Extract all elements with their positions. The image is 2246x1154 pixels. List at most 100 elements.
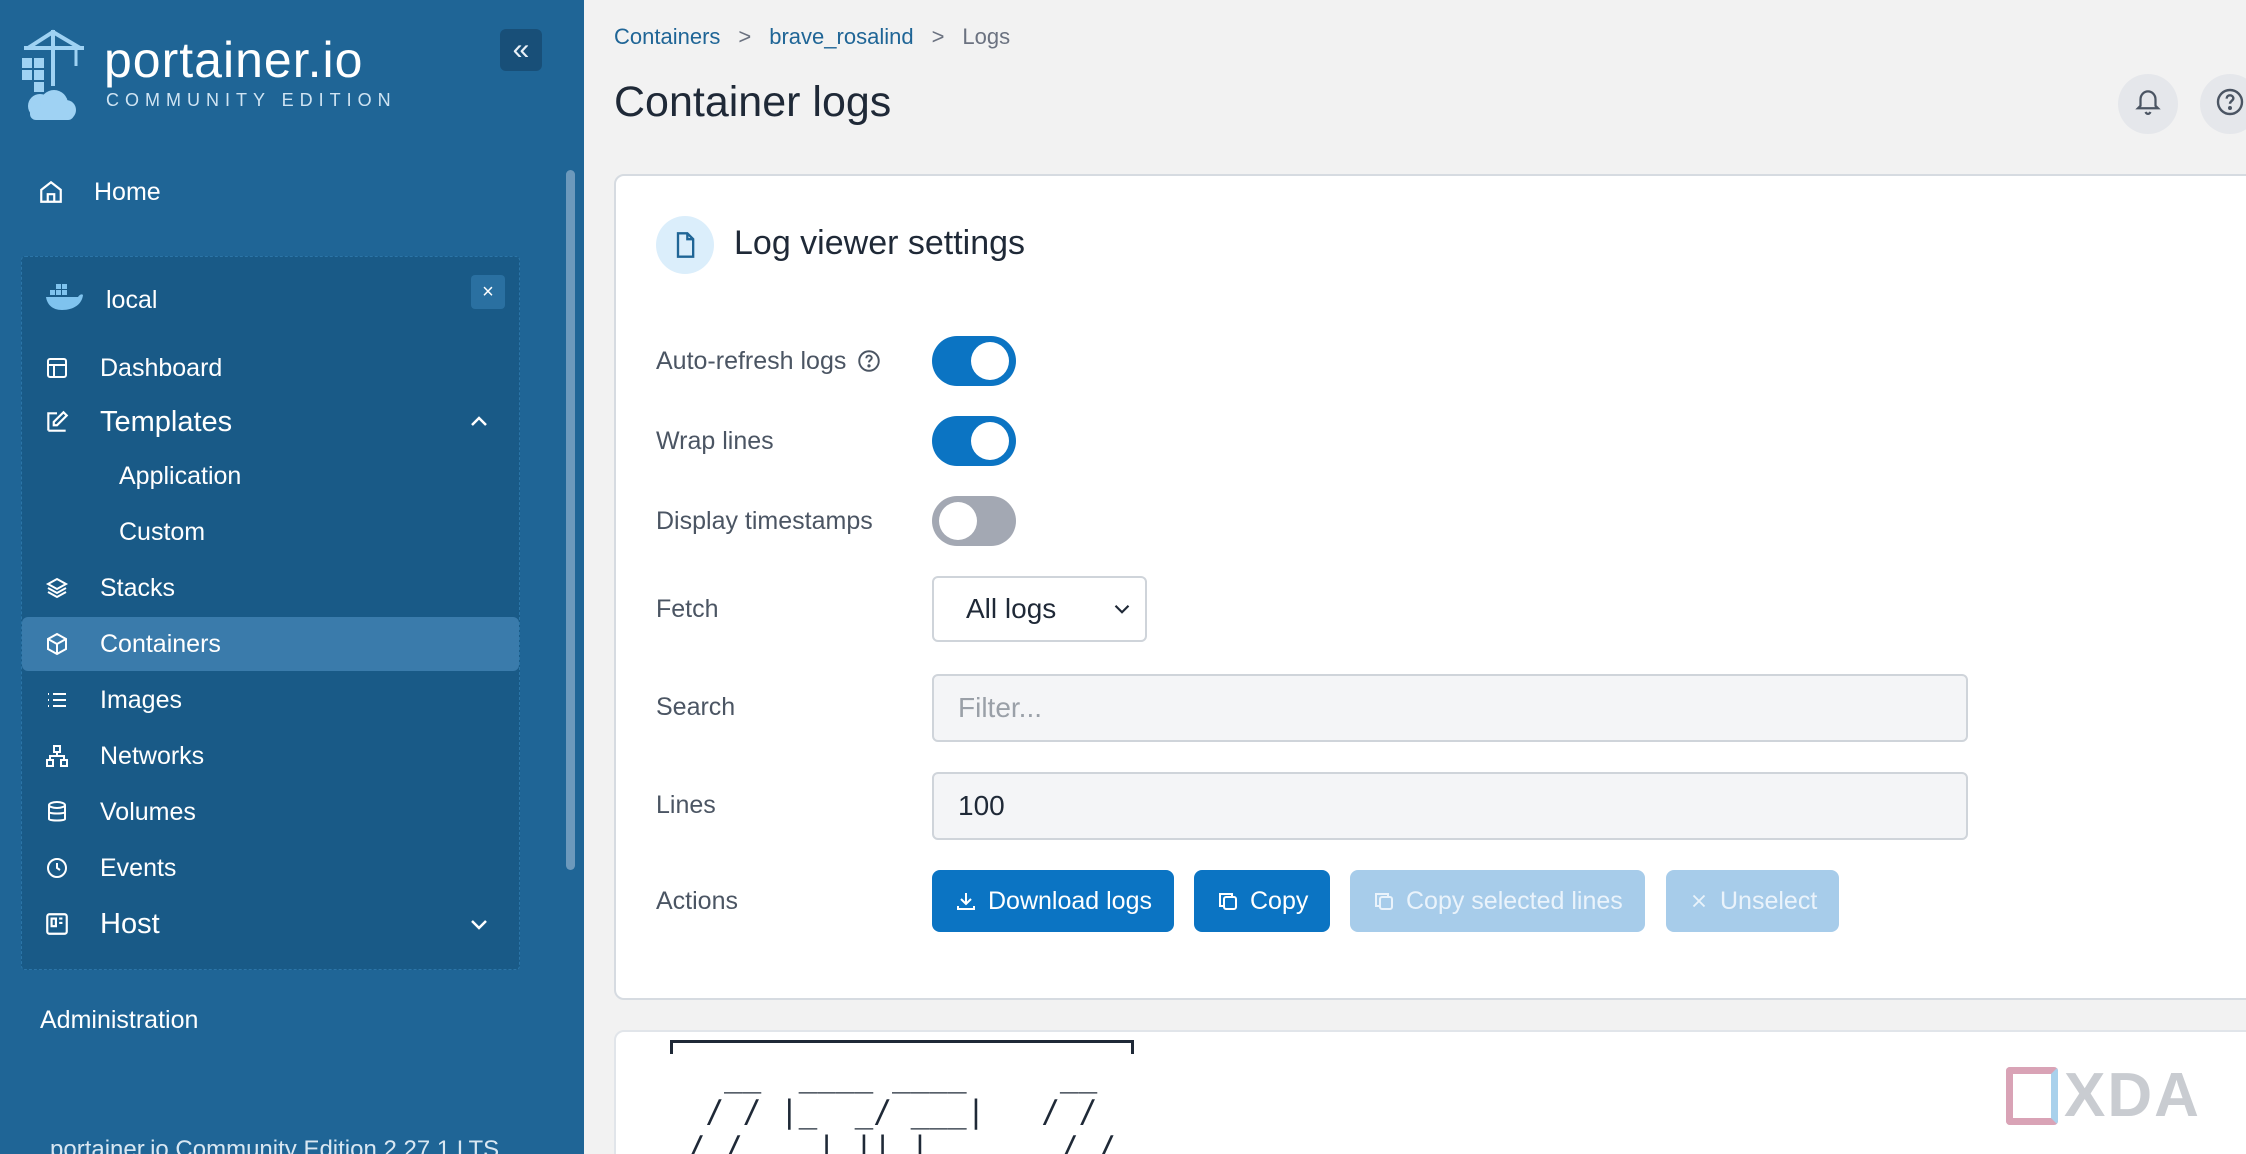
log-box-border (670, 1040, 1134, 1054)
sidebar-footer-text: portainer.io Community Edition 2.27.1 LT… (50, 1136, 500, 1154)
bell-icon (2133, 87, 2163, 122)
sidebar-item-label: Stacks (100, 573, 176, 602)
sidebar: portainer.io COMMUNITY EDITION « Home lo… (0, 0, 584, 1154)
actions-label: Actions (656, 886, 738, 915)
fetch-select-value: All logs (966, 593, 1057, 624)
wrap-lines-toggle[interactable] (932, 416, 1016, 466)
chevron-down-icon (1109, 596, 1135, 629)
breadcrumb-container-link[interactable]: brave_rosalind (769, 24, 913, 50)
sidebar-item-stacks[interactable]: Stacks (22, 561, 519, 615)
clock-icon (42, 856, 72, 880)
xda-watermark: XDA (2006, 1060, 2201, 1131)
copy-selected-lines-button[interactable]: Copy selected lines (1350, 870, 1645, 932)
log-output-card[interactable]: __ ____ ____ __ / / |_ _/ ___| / / / / |… (614, 1030, 2246, 1154)
portainer-logo-icon (18, 26, 88, 124)
fetch-label: Fetch (656, 594, 719, 623)
sidebar-footer: portainer.io Community Edition 2.27.1 LT… (50, 1136, 499, 1154)
search-input[interactable] (932, 674, 1968, 742)
sidebar-item-label: Images (100, 685, 182, 714)
close-icon: × (482, 280, 494, 303)
network-icon (42, 744, 72, 768)
download-logs-label: Download logs (988, 886, 1152, 915)
search-label: Search (656, 692, 736, 721)
unselect-button[interactable]: Unselect (1666, 870, 1840, 932)
display-timestamps-label: Display timestamps (656, 506, 873, 535)
chevron-up-icon[interactable] (467, 409, 491, 442)
copy-label: Copy (1250, 886, 1309, 915)
lines-label: Lines (656, 790, 716, 819)
sidebar-item-label: Dashboard (100, 353, 223, 382)
edit-icon (42, 409, 72, 435)
log-viewer-settings-card: Log viewer settings Auto-refresh logs Wr… (614, 174, 2246, 1000)
portainer-logo[interactable]: portainer.io COMMUNITY EDITION (18, 26, 397, 124)
breadcrumb: Containers > brave_rosalind > Logs (614, 24, 1010, 50)
sidebar-item-label: Volumes (100, 797, 196, 826)
database-icon (42, 800, 72, 824)
sidebar-item-custom[interactable]: Custom (22, 505, 519, 559)
file-icon (656, 216, 714, 274)
home-icon (38, 179, 68, 205)
environment-panel: local × Dashboard Templates Application … (21, 256, 520, 970)
sidebar-item-application[interactable]: Application (22, 449, 519, 503)
logo-main-text: portainer.io (104, 32, 364, 88)
copy-selected-lines-label: Copy selected lines (1406, 886, 1623, 915)
sidebar-item-dashboard[interactable]: Dashboard (22, 341, 519, 395)
notifications-button[interactable] (2118, 74, 2178, 134)
sidebar-item-host[interactable]: Host (22, 897, 519, 951)
logo-sub-text: COMMUNITY EDITION (106, 90, 397, 110)
host-icon (42, 911, 72, 937)
sidebar-item-label: Events (100, 853, 177, 882)
environment-header[interactable]: local (44, 277, 157, 323)
wrap-lines-label: Wrap lines (656, 426, 774, 455)
copy-icon (1216, 889, 1240, 913)
dashboard-icon (42, 356, 72, 380)
copy-icon (1372, 889, 1396, 913)
sidebar-item-label: Home (94, 177, 161, 206)
breadcrumb-separator: > (738, 24, 752, 49)
sidebar-item-volumes[interactable]: Volumes (22, 785, 519, 839)
lines-input[interactable] (932, 772, 1968, 840)
help-circle-icon (2214, 86, 2246, 123)
sidebar-item-images[interactable]: Images (22, 673, 519, 727)
box-icon (42, 632, 72, 656)
card-title: Log viewer settings (734, 224, 1026, 262)
collapse-sidebar-button[interactable]: « (500, 29, 542, 71)
sidebar-item-home[interactable]: Home (38, 172, 161, 212)
environment-name: local (106, 285, 158, 314)
sidebar-item-events[interactable]: Events (22, 841, 519, 895)
auto-refresh-toggle[interactable] (932, 336, 1016, 386)
breadcrumb-current: Logs (962, 24, 1011, 49)
sidebar-item-networks[interactable]: Networks (22, 729, 519, 783)
docker-whale-icon (44, 282, 84, 319)
sidebar-item-containers[interactable]: Containers (22, 617, 519, 671)
page-title: Container logs (614, 78, 892, 126)
sidebar-item-templates[interactable]: Templates (22, 395, 519, 449)
help-icon[interactable] (856, 348, 882, 374)
watermark-text: XDA (2064, 1061, 2201, 1130)
download-logs-button[interactable]: Download logs (932, 870, 1174, 932)
sidebar-scrollbar[interactable] (566, 170, 575, 870)
close-environment-button[interactable]: × (471, 275, 505, 309)
breadcrumb-separator: > (931, 24, 945, 49)
unselect-label: Unselect (1720, 886, 1818, 915)
layers-icon (42, 576, 72, 600)
auto-refresh-label-text: Auto-refresh logs (656, 346, 847, 375)
double-chevron-left-icon: « (512, 33, 530, 66)
chevron-down-icon[interactable] (467, 911, 491, 944)
auto-refresh-label: Auto-refresh logs (656, 344, 882, 378)
breadcrumb-containers-link[interactable]: Containers (614, 24, 720, 50)
sidebar-item-label: Custom (119, 517, 206, 546)
sidebar-section-administration[interactable]: Administration (40, 1006, 198, 1035)
download-icon (954, 889, 978, 913)
help-button[interactable] (2200, 74, 2246, 134)
xda-logo-icon (2006, 1066, 2058, 1125)
close-icon (1688, 890, 1710, 912)
copy-button[interactable]: Copy (1194, 870, 1331, 932)
sidebar-item-label: Host (100, 907, 160, 940)
display-timestamps-toggle[interactable] (932, 496, 1016, 546)
sidebar-item-label: Application (119, 461, 242, 490)
log-output-text: __ ____ ____ __ / / |_ _/ ___| / / / / |… (686, 1058, 1116, 1154)
fetch-select[interactable]: All logs (932, 576, 1147, 642)
sidebar-item-label: Containers (100, 629, 221, 658)
sidebar-item-label: Templates (100, 405, 233, 438)
